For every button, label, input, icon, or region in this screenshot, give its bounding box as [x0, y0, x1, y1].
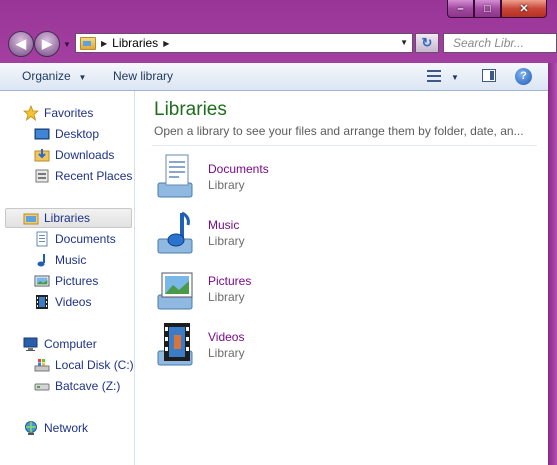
- videos-library-icon: [157, 323, 193, 366]
- nav-downloads[interactable]: Downloads: [0, 145, 134, 165]
- library-item-documents[interactable]: Documents Library: [154, 153, 534, 203]
- library-type: Library: [208, 234, 245, 248]
- help-icon[interactable]: ?: [515, 68, 532, 85]
- nav-music[interactable]: Music: [0, 250, 134, 270]
- nav-computer[interactable]: Computer: [0, 334, 134, 354]
- star-icon: [22, 104, 40, 122]
- back-arrow-icon: ◀: [16, 36, 26, 51]
- maximize-button[interactable]: □: [474, 0, 501, 18]
- library-name[interactable]: Videos: [208, 330, 244, 344]
- maximize-icon: □: [484, 2, 491, 15]
- library-type: Library: [208, 290, 245, 304]
- nav-music-label: Music: [55, 253, 87, 267]
- recent-pages-dropdown[interactable]: ▼: [63, 40, 71, 49]
- windows-drive-icon: [34, 357, 50, 373]
- pictures-icon: [34, 273, 50, 289]
- libraries-folder-icon: [23, 210, 39, 226]
- libraries-folder-icon: [80, 36, 96, 50]
- forward-arrow-icon: ▶: [42, 36, 52, 51]
- music-note-icon: [34, 252, 50, 268]
- title-divider: [152, 145, 537, 146]
- documents-library-icon: [157, 154, 193, 198]
- navigation-pane: Favorites Desktop Downloads Recent Place…: [0, 91, 135, 465]
- new-library-button[interactable]: New library: [113, 69, 173, 83]
- nav-favorites-label: Favorites: [44, 106, 94, 120]
- computer-icon: [23, 336, 39, 352]
- nav-libraries-label: Libraries: [44, 211, 91, 225]
- address-dropdown-icon[interactable]: ▼: [400, 38, 408, 47]
- page-title: Libraries: [154, 99, 227, 120]
- view-options-chevron-icon[interactable]: ▼: [451, 73, 459, 82]
- downloads-folder-icon: [34, 147, 50, 163]
- documents-icon: [34, 231, 50, 247]
- library-item-music[interactable]: Music Library: [154, 209, 534, 259]
- refresh-button[interactable]: ↻: [415, 33, 439, 53]
- nav-recent-places-label: Recent Places: [55, 169, 133, 183]
- organize-label: Organize: [22, 69, 71, 83]
- close-button[interactable]: ✕: [501, 0, 547, 18]
- nav-videos[interactable]: Videos: [0, 292, 134, 312]
- nav-recent-places[interactable]: Recent Places: [0, 166, 134, 186]
- desktop-icon: [34, 126, 50, 142]
- library-name[interactable]: Pictures: [208, 274, 251, 288]
- nav-videos-label: Videos: [55, 295, 92, 309]
- window-right-border: [548, 63, 557, 465]
- nav-libraries[interactable]: Libraries: [5, 208, 132, 228]
- command-bar: Organize ▼ New library ▼ ?: [0, 63, 548, 91]
- close-icon: ✕: [519, 3, 529, 15]
- library-name[interactable]: Music: [208, 218, 239, 232]
- breadcrumb-separator-icon[interactable]: ▶: [163, 39, 169, 48]
- caption-buttons: – □ ✕: [447, 0, 547, 20]
- nav-batcave-z-label: Batcave (Z:): [55, 379, 121, 393]
- navigation-row: ◀ ▶ ▼ ▶ Libraries ▶ ▼ ↻ Search Libr...: [0, 28, 557, 60]
- content-area: Favorites Desktop Downloads Recent Place…: [0, 91, 548, 465]
- nav-favorites[interactable]: Favorites: [0, 103, 134, 123]
- address-bar[interactable]: ▶ Libraries ▶ ▼: [75, 33, 413, 53]
- nav-local-disk-c-label: Local Disk (C:): [55, 358, 134, 372]
- page-subtitle: Open a library to see your files and arr…: [154, 124, 524, 138]
- main-pane: Libraries Open a library to see your fil…: [135, 91, 548, 465]
- back-button[interactable]: ◀: [8, 31, 34, 57]
- search-input[interactable]: Search Libr...: [443, 33, 557, 53]
- nav-documents[interactable]: Documents: [0, 229, 134, 249]
- videos-film-icon: [34, 294, 50, 310]
- chevron-down-icon: ▼: [74, 73, 87, 82]
- library-type: Library: [208, 346, 245, 360]
- preview-pane-icon[interactable]: [482, 69, 496, 82]
- network-drive-icon: [34, 378, 50, 394]
- nav-batcave-z[interactable]: Batcave (Z:): [0, 376, 134, 396]
- library-item-pictures[interactable]: Pictures Library: [154, 265, 534, 315]
- pictures-library-icon: [157, 272, 193, 310]
- refresh-icon: ↻: [421, 35, 433, 50]
- nav-desktop[interactable]: Desktop: [0, 124, 134, 144]
- nav-computer-label: Computer: [44, 337, 97, 351]
- nav-pictures-label: Pictures: [55, 274, 99, 288]
- nav-desktop-label: Desktop: [55, 127, 100, 141]
- nav-network-label: Network: [44, 421, 89, 435]
- music-library-icon: [157, 211, 193, 254]
- breadcrumb-separator-icon[interactable]: ▶: [101, 39, 107, 48]
- network-icon: [23, 420, 39, 436]
- library-item-videos[interactable]: Videos Library: [154, 321, 534, 371]
- forward-button[interactable]: ▶: [34, 31, 60, 57]
- change-view-icon[interactable]: [427, 70, 441, 82]
- nav-local-disk-c[interactable]: Local Disk (C:): [0, 355, 134, 375]
- nav-pictures[interactable]: Pictures: [0, 271, 134, 291]
- library-name[interactable]: Documents: [208, 162, 269, 176]
- nav-downloads-label: Downloads: [55, 148, 115, 162]
- recent-places-icon: [34, 168, 50, 184]
- minimize-icon: –: [457, 2, 464, 15]
- library-type: Library: [208, 178, 245, 192]
- minimize-button[interactable]: –: [447, 0, 474, 18]
- nav-network[interactable]: Network: [0, 418, 134, 438]
- nav-documents-label: Documents: [55, 232, 116, 246]
- breadcrumb-libraries[interactable]: Libraries: [112, 36, 158, 50]
- organize-button[interactable]: Organize ▼: [22, 69, 86, 83]
